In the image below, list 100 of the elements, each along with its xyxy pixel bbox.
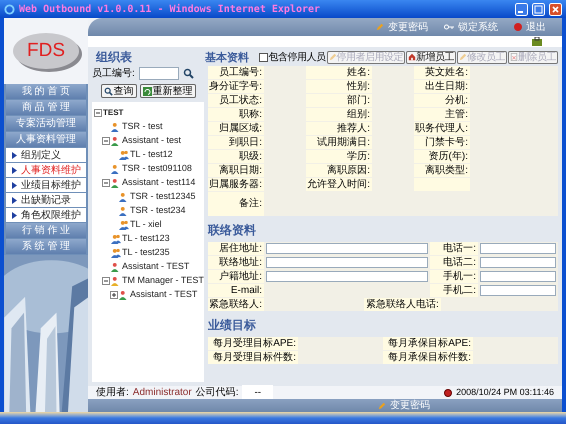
key-icon — [444, 24, 454, 30]
field-label: 推荐人: — [306, 122, 372, 135]
browser-icon — [4, 4, 15, 14]
tree-item[interactable]: TSR - test234 — [130, 204, 186, 218]
field-label: 归属区域: — [208, 122, 264, 135]
field-label: 到职日: — [208, 136, 264, 149]
input-field[interactable] — [480, 243, 556, 254]
tree-item[interactable]: TM Manager - TEST — [122, 274, 204, 288]
field-label: 身分证字号: — [208, 80, 264, 93]
field-label: 部门: — [306, 94, 372, 107]
tree-item[interactable]: TL - xiel — [130, 218, 162, 232]
search-icon — [104, 86, 112, 96]
arrow-icon — [12, 212, 17, 218]
company-code: -- — [242, 385, 274, 400]
field-label: 离职类型: — [414, 164, 470, 177]
input-field[interactable] — [480, 285, 556, 296]
action-button[interactable]: 新增员工 — [406, 50, 456, 64]
person-icon — [119, 206, 129, 216]
house-icon — [408, 53, 416, 61]
close-icon[interactable] — [549, 2, 562, 16]
section-title: 联络资料 — [208, 223, 256, 237]
field-label: 离职日期: — [208, 164, 264, 177]
tree-item[interactable]: TL - test123 — [122, 232, 170, 246]
sidebar-item[interactable]: 人事资料维护 — [6, 163, 86, 177]
input-field[interactable] — [266, 271, 428, 282]
briefcase-icon — [532, 37, 542, 46]
field-label: 归属服务器: — [208, 178, 264, 191]
expand-icon[interactable] — [110, 291, 118, 299]
field-label: 允许登入时间: — [306, 178, 372, 191]
field-label: 出生日期: — [414, 80, 470, 93]
field-label: 员工编号: — [208, 66, 264, 79]
input-field[interactable] — [480, 271, 556, 282]
field-label: 离职原因: — [306, 164, 372, 177]
search-icon[interactable] — [182, 68, 194, 79]
exit-icon — [514, 23, 522, 31]
refresh-icon — [142, 86, 152, 96]
arrow-icon — [12, 166, 17, 174]
people-icon — [111, 234, 121, 244]
window-title: Web Outbound v1.0.0.11 - Windows Internet Explorer — [19, 2, 320, 16]
document-icon — [510, 53, 518, 61]
input-field[interactable] — [138, 67, 179, 80]
sidebar-item[interactable]: 角色权限维护 — [6, 208, 86, 222]
field-label: 联络地址: — [208, 256, 264, 269]
maximize-icon[interactable] — [532, 2, 545, 16]
pencil-icon — [378, 402, 386, 410]
collapse-icon[interactable] — [94, 109, 102, 117]
tree-item[interactable]: Assistant - test114 — [122, 176, 196, 190]
status-time: 2008/10/24 PM 03:11:46 — [456, 386, 554, 399]
person-icon — [119, 192, 129, 202]
pencil-icon — [376, 23, 384, 31]
field-label: 紧急联络人: — [208, 298, 264, 311]
field-label: 职称: — [208, 108, 264, 121]
field-label: 电话一: — [430, 242, 478, 255]
tree-item[interactable]: TL - test235 — [122, 246, 170, 260]
tree-item[interactable]: TSR - test — [122, 120, 163, 134]
tree-item[interactable]: Assistant - TEST — [130, 288, 198, 302]
arrow-icon — [12, 182, 17, 188]
tree-item[interactable]: TSR - test091108 — [122, 162, 192, 176]
people-icon — [111, 248, 121, 258]
logo: FDS — [13, 33, 79, 69]
section-title: 基本资料 — [205, 50, 249, 64]
field-label: 每月承保目标APE: — [383, 337, 473, 350]
field-label: 职级: — [208, 150, 264, 163]
tree-item[interactable]: TSR - test12345 — [130, 190, 196, 204]
field-label: 每月承保目标件数: — [383, 351, 473, 364]
toolbar-button[interactable]: 重新整理 — [140, 84, 196, 98]
pencil-icon — [328, 53, 336, 61]
collapse-icon[interactable] — [102, 179, 110, 187]
checkbox[interactable] — [258, 52, 268, 62]
field-label: E-mail: — [208, 284, 264, 297]
minimize-icon[interactable] — [515, 2, 528, 16]
input-field[interactable] — [266, 243, 428, 254]
input-field[interactable] — [480, 257, 556, 268]
user-name: Administrator — [132, 386, 192, 400]
tree-item[interactable]: TEST — [103, 107, 124, 119]
field-label: 紧急联络人电话: — [364, 298, 441, 311]
collapse-icon[interactable] — [102, 277, 110, 285]
field-label: 每月受理目标APE: — [208, 337, 298, 350]
toolbar-button[interactable]: 查询 — [100, 84, 136, 98]
person-icon — [111, 164, 121, 174]
people-icon — [119, 150, 129, 160]
field-label: 手机二: — [430, 284, 478, 297]
sidebar-item[interactable]: 出缺勤记录 — [6, 193, 86, 207]
sidebar-item[interactable]: 组别定义 — [6, 148, 86, 162]
field-label: 主管: — [414, 108, 470, 121]
person-icon — [111, 262, 121, 272]
person-icon — [119, 290, 129, 300]
section-title: 业绩目标 — [208, 318, 256, 332]
tree-item[interactable]: TL - test12 — [130, 148, 173, 162]
arrow-icon — [12, 196, 17, 204]
field-label: 居住地址: — [208, 242, 264, 255]
field-label: 备注: — [208, 192, 264, 216]
input-field[interactable] — [266, 257, 428, 268]
checkbox-label: 包含停用人员 — [268, 50, 326, 64]
sidebar-item[interactable]: 业绩目标维护 — [6, 178, 86, 192]
tree-item[interactable]: Assistant - test — [122, 134, 182, 148]
tree-item[interactable]: Assistant - TEST — [122, 260, 190, 274]
field-label: 员工状态: — [208, 94, 264, 107]
collapse-icon[interactable] — [102, 137, 110, 145]
section-title: 组织表 — [96, 50, 132, 64]
